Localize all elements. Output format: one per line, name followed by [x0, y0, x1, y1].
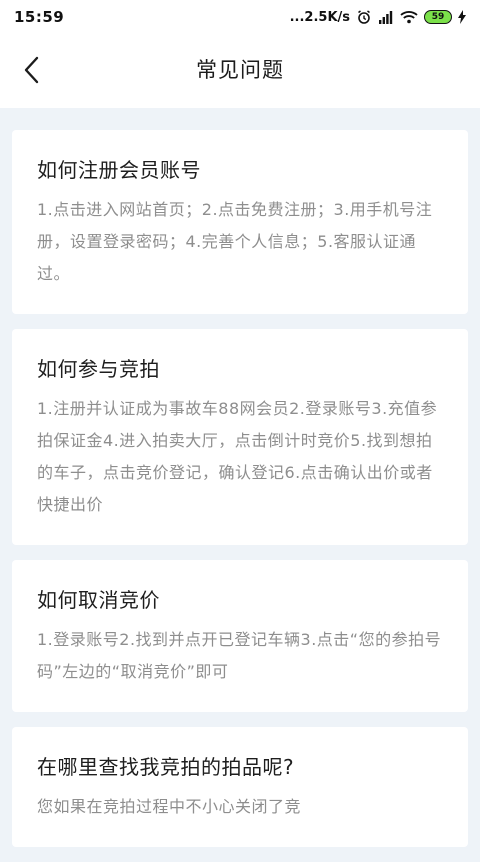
faq-card[interactable]: 如何注册会员账号 1.点击进入网站首页；2.点击免费注册；3.用手机号注册，设置… [12, 130, 468, 314]
network-speed: ...2.5K/s [289, 9, 350, 25]
charging-icon [458, 10, 466, 24]
alarm-icon [356, 9, 372, 25]
signal-icon [378, 10, 394, 24]
faq-card[interactable]: 如何参与竞拍 1.注册并认证成为事故车88网会员2.登录账号3.充值参拍保证金4… [12, 329, 468, 545]
faq-answer: 1.点击进入网站首页；2.点击免费注册；3.用手机号注册，设置登录密码；4.完善… [37, 200, 433, 283]
faq-card[interactable]: 在哪里查找我竞拍的拍品呢? 您如果在竞拍过程中不小心关闭了竞 [12, 727, 468, 847]
faq-list: 如何注册会员账号 1.点击进入网站首页；2.点击免费注册；3.用手机号注册，设置… [12, 130, 468, 862]
faq-question: 如何注册会员账号 [37, 158, 201, 182]
faq-question: 在哪里查找我竞拍的拍品呢? [37, 755, 295, 779]
status-bar: 15:59 ...2.5K/s 59 [0, 0, 480, 34]
faq-card[interactable]: 如何取消竞价 1.登录账号2.找到并点开已登记车辆3.点击“您的参拍号码”左边的… [12, 560, 468, 712]
page-title: 常见问题 [196, 58, 284, 82]
status-time: 15:59 [14, 8, 65, 26]
status-icons: ...2.5K/s 59 [290, 9, 466, 25]
wifi-icon [400, 10, 418, 24]
faq-answer: 您如果在竞拍过程中不小心关闭了竞 [37, 797, 302, 816]
nav-bar: 常见问题 [0, 34, 480, 108]
faq-answer: 1.登录账号2.找到并点开已登记车辆3.点击“您的参拍号码”左边的“取消竞价”即… [37, 630, 442, 681]
battery-icon: 59 [424, 10, 452, 24]
faq-answer: 1.注册并认证成为事故车88网会员2.登录账号3.充值参拍保证金4.进入拍卖大厅… [37, 399, 438, 514]
faq-question: 如何取消竞价 [37, 588, 160, 612]
faq-question: 如何参与竞拍 [37, 357, 160, 381]
